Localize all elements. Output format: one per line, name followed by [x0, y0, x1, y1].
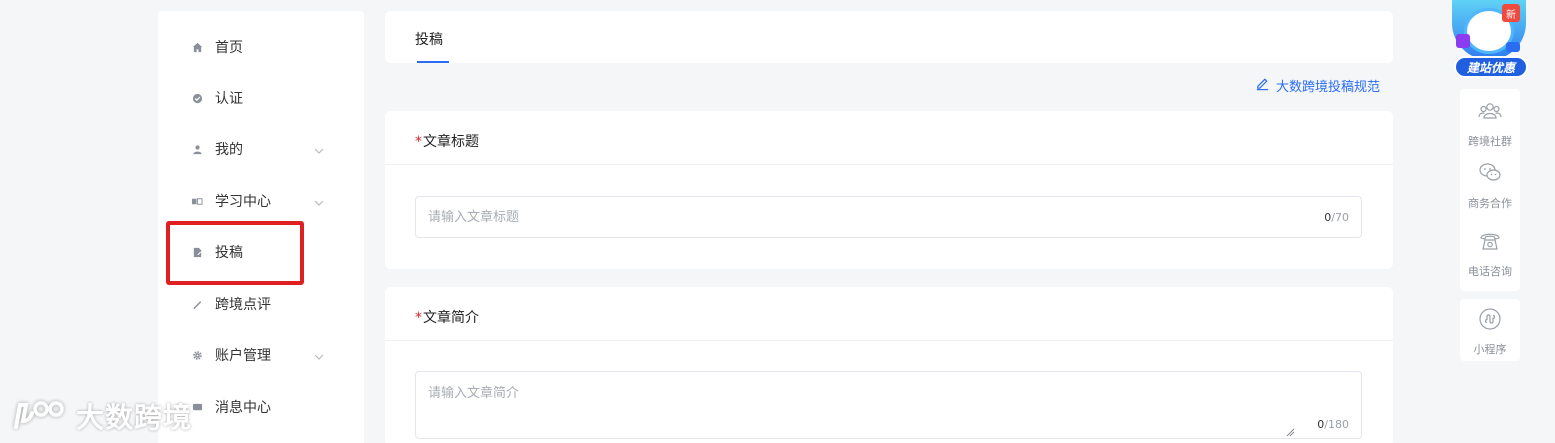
sidebar-item-label: 首页 [215, 40, 243, 56]
chat-bubble-icon [1506, 42, 1520, 52]
float-item-business[interactable]: 商务合作 [1460, 159, 1520, 221]
section-header: *文章标题 [385, 111, 1393, 165]
submission-guide-label: 大数跨境投稿规范 [1276, 80, 1381, 95]
chevron-down-icon[interactable] [313, 194, 327, 208]
mini-program-icon [1478, 307, 1502, 331]
section-title: *文章简介 [415, 307, 479, 327]
float-item-mini-program[interactable]: 小程序 [1460, 299, 1520, 361]
title-char-counter: 0/70 [1324, 211, 1349, 224]
tab-active-indicator [417, 61, 449, 63]
sidebar-item-label: 账户管理 [215, 348, 271, 364]
watermark-text: 大数跨境 [76, 401, 193, 434]
intro-input-container: 0/180 [415, 371, 1362, 439]
pencil-icon [190, 297, 204, 311]
tab-bar: 投稿 [385, 11, 1393, 63]
sidebar-item-label: 认证 [215, 91, 243, 107]
float-item-label: 跨境社群 [1468, 135, 1512, 148]
sidebar-item-submit[interactable]: 投稿 [158, 232, 364, 272]
required-mark: * [415, 310, 422, 326]
intro-section: *文章简介 0/180 [385, 287, 1393, 443]
brand-logo-icon [10, 397, 68, 435]
intro-char-counter: 0/180 [1317, 418, 1349, 431]
title-input[interactable] [428, 197, 1308, 237]
sidebar: 首页 认证 我的 学习中心 投稿 跨境点评 账户管理 消息中心 [158, 11, 364, 443]
float-item-label: 电话咨询 [1468, 265, 1512, 278]
submission-guide-link[interactable]: 大数跨境投稿规范 [1255, 76, 1380, 95]
book-icon [190, 194, 204, 208]
resize-handle-icon[interactable] [1285, 422, 1295, 437]
required-mark: * [415, 134, 422, 150]
sidebar-item-review[interactable]: 跨境点评 [158, 284, 364, 324]
brand-watermark: 大数跨境 [10, 396, 192, 436]
sidebar-item-label: 消息中心 [215, 400, 271, 416]
chevron-down-icon[interactable] [313, 348, 327, 362]
sidebar-item-label: 跨境点评 [215, 297, 271, 313]
sidebar-item-verify[interactable]: 认证 [158, 78, 364, 118]
title-char-max: /70 [1331, 211, 1349, 224]
sidebar-item-learning[interactable]: 学习中心 [158, 181, 364, 221]
tab-submit[interactable]: 投稿 [415, 29, 443, 49]
shopping-bag-icon [1456, 34, 1470, 48]
community-icon [1478, 99, 1502, 123]
intro-char-max: /180 [1324, 418, 1349, 431]
section-header: *文章简介 [385, 287, 1393, 341]
sidebar-item-account[interactable]: 账户管理 [158, 335, 364, 375]
phone-icon [1478, 229, 1502, 253]
sidebar-item-home[interactable]: 首页 [158, 27, 364, 67]
message-icon [190, 400, 204, 414]
sidebar-item-label: 我的 [215, 142, 243, 158]
section-title: *文章标题 [415, 131, 479, 151]
submit-document-icon [190, 245, 204, 259]
verified-icon [190, 91, 204, 105]
floating-contact-group: 跨境社群 商务合作 电话咨询 [1460, 89, 1520, 291]
float-item-community[interactable]: 跨境社群 [1460, 97, 1520, 159]
chevron-down-icon[interactable] [313, 142, 327, 156]
edit-note-icon [1255, 76, 1270, 95]
sidebar-item-label: 学习中心 [215, 194, 271, 210]
float-item-phone[interactable]: 电话咨询 [1460, 227, 1520, 289]
new-badge: 新 [1502, 4, 1520, 22]
floating-mini-program-group: 小程序 [1460, 299, 1520, 361]
site-building-promo[interactable]: 新 建站优惠 [1450, 0, 1528, 82]
title-input-container: 0/70 [415, 196, 1362, 238]
wechat-icon [1478, 161, 1502, 185]
float-item-label: 小程序 [1473, 343, 1507, 356]
home-icon [190, 40, 204, 54]
promo-label: 建站优惠 [1454, 56, 1528, 78]
title-label: 文章标题 [423, 134, 479, 150]
intro-textarea[interactable] [428, 382, 1288, 432]
gear-icon [190, 348, 204, 362]
user-icon [190, 142, 204, 156]
sidebar-item-label: 投稿 [215, 245, 243, 261]
intro-label: 文章简介 [423, 310, 479, 326]
sidebar-item-mine[interactable]: 我的 [158, 129, 364, 169]
title-section: *文章标题 0/70 [385, 111, 1393, 269]
float-item-label: 商务合作 [1468, 197, 1512, 210]
